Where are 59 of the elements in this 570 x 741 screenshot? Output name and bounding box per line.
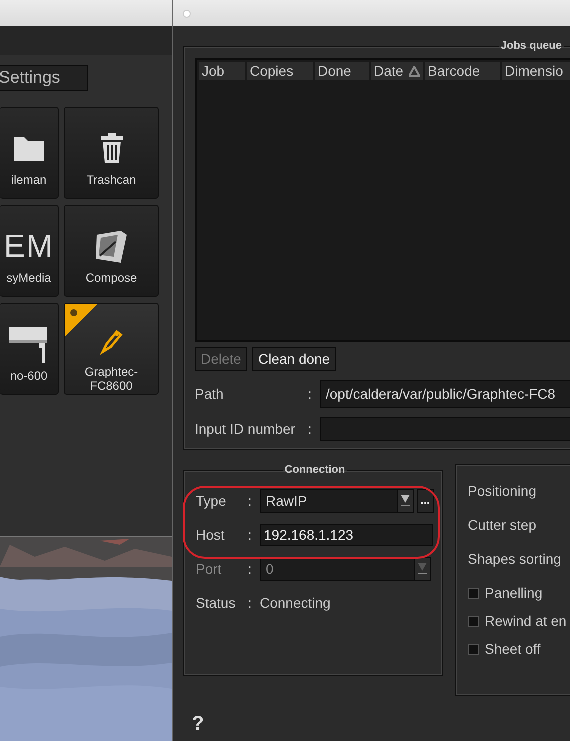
column-header[interactable]: Job	[199, 62, 245, 80]
tile-label: syMedia	[6, 272, 52, 286]
tile-label: Compose	[86, 272, 138, 286]
checkbox-label: Panelling	[485, 585, 543, 601]
checkbox-label: Sheet off	[485, 641, 541, 657]
separator: :	[308, 386, 313, 402]
tile-label: Trashcan	[86, 174, 136, 188]
checkbox[interactable]	[468, 588, 479, 598]
app-tile[interactable]: EM syMedia	[0, 205, 59, 297]
compose-icon	[94, 229, 130, 263]
separator: :	[308, 421, 313, 437]
option-label: Cutter step	[468, 517, 538, 533]
logo-mark: EM	[4, 230, 54, 262]
separator: :	[248, 527, 253, 543]
active-corner-icon	[65, 304, 98, 337]
dropdown[interactable]: RawIP	[260, 489, 414, 513]
field-label: Port	[196, 561, 223, 577]
field-label: Status	[196, 595, 237, 611]
field-label: Host	[196, 527, 226, 543]
column-header[interactable]: Barcode	[425, 62, 500, 80]
tile-label: ileman	[11, 174, 47, 188]
action-button[interactable]: Clean done	[252, 347, 336, 371]
cutter-icon	[100, 329, 124, 356]
trash-icon	[100, 132, 124, 164]
folder-icon	[14, 135, 44, 161]
host-field[interactable]: 192.168.1.123	[260, 524, 433, 546]
sort-icon	[409, 66, 420, 76]
app-tile[interactable]: ileman	[0, 107, 59, 199]
printer-icon	[9, 325, 49, 363]
option-label: Positioning	[468, 483, 538, 499]
checkbox[interactable]	[468, 616, 479, 626]
separator: :	[248, 595, 253, 611]
separator: :	[248, 493, 253, 509]
window-dot-icon[interactable]	[183, 10, 191, 18]
app-tile[interactable]: Graphtec- FC8600	[64, 303, 159, 395]
app-tile[interactable]: no-600	[0, 303, 59, 395]
separator: :	[248, 561, 253, 577]
column-header[interactable]: Date	[371, 62, 423, 80]
more-button[interactable]: ...	[416, 489, 434, 513]
column-header[interactable]: Copies	[247, 62, 313, 80]
field-label: Path	[195, 386, 225, 402]
checkbox-label: Rewind at en	[485, 613, 567, 629]
tile-label: no-600	[10, 370, 48, 384]
help-icon[interactable]: ?	[192, 713, 204, 736]
group-title: Connection	[284, 464, 346, 476]
checkbox[interactable]	[468, 644, 479, 654]
field-label: Type	[196, 493, 228, 509]
column-header[interactable]: Dimensio	[502, 62, 570, 80]
app-tile[interactable]: Compose	[64, 205, 159, 297]
column-header[interactable]: Done	[315, 62, 369, 80]
tile-label: Graphtec- FC8600	[84, 366, 138, 394]
input-id-field[interactable]	[320, 417, 570, 441]
option-label: Shapes sorting	[468, 551, 562, 567]
app-tile[interactable]: Trashcan	[64, 107, 159, 199]
field-label: Input ID number	[195, 421, 296, 437]
group-title: Jobs queue	[500, 40, 563, 52]
path-field[interactable]: /opt/caldera/var/public/Graphtec-FC8	[320, 380, 570, 408]
settings-button[interactable]: Settings	[0, 65, 88, 91]
status-value: Connecting	[260, 595, 331, 611]
